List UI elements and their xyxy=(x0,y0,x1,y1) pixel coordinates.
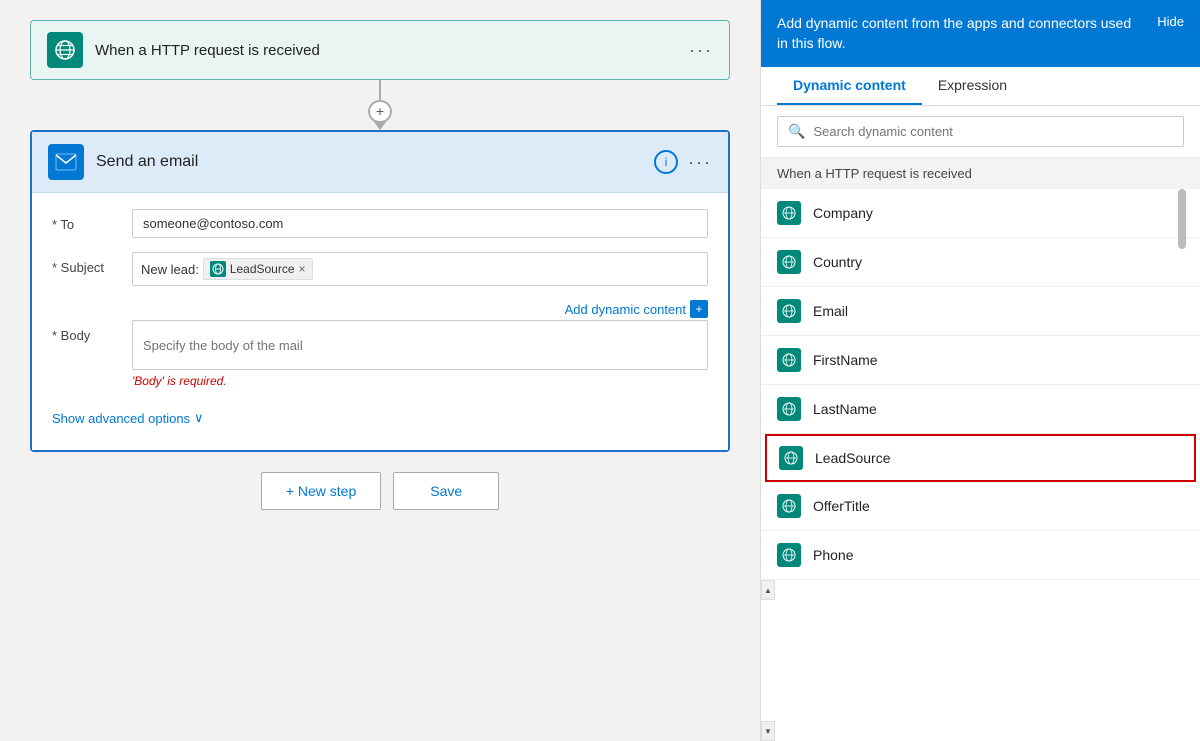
email-card-icon xyxy=(48,144,84,180)
body-row: * Body 'Body' is required. xyxy=(52,320,708,388)
http-card-title: When a HTTP request is received xyxy=(95,42,689,59)
panel-header-text: Add dynamic content from the apps and co… xyxy=(777,14,1145,53)
scroll-down-button[interactable]: ▼ xyxy=(761,721,775,741)
scroll-up-button[interactable]: ▲ xyxy=(761,580,775,600)
subject-text: New lead: xyxy=(141,262,199,277)
dynamic-items-list: Company Country Email FirstName LastName… xyxy=(761,189,1200,580)
dynamic-item-offertitle[interactable]: OfferTitle xyxy=(761,482,1200,531)
dynamic-item-country[interactable]: Country xyxy=(761,238,1200,287)
add-dynamic-icon: + xyxy=(690,300,708,318)
body-error-text: 'Body' is required. xyxy=(132,374,708,388)
dynamic-item-leadsource[interactable]: LeadSource xyxy=(765,434,1196,482)
email-card: Send an email i ··· * To * Subject New l… xyxy=(30,130,730,452)
body-input[interactable] xyxy=(132,320,708,370)
http-request-card: When a HTTP request is received ··· xyxy=(30,20,730,80)
dynamic-item-lastname[interactable]: LastName xyxy=(761,385,1200,434)
lead-source-chip: LeadSource × xyxy=(203,258,313,280)
subject-row: * Subject New lead: LeadSource × xyxy=(52,252,708,286)
dynamic-item-email[interactable]: Email xyxy=(761,287,1200,336)
dynamic-item-icon xyxy=(777,397,801,421)
search-box: 🔍 xyxy=(777,116,1184,147)
add-dynamic-label: Add dynamic content xyxy=(565,302,686,317)
main-canvas: When a HTTP request is received ··· + Se… xyxy=(0,0,760,741)
show-advanced-label: Show advanced options xyxy=(52,411,190,426)
bottom-buttons: + New step Save xyxy=(261,472,499,510)
dynamic-item-firstname[interactable]: FirstName xyxy=(761,336,1200,385)
dynamic-item-company[interactable]: Company xyxy=(761,189,1200,238)
add-dynamic-row: Add dynamic content + xyxy=(52,300,708,318)
subject-label: * Subject xyxy=(52,252,132,275)
search-icon: 🔍 xyxy=(788,123,805,140)
email-card-header: Send an email i ··· xyxy=(32,132,728,193)
info-icon-button[interactable]: i xyxy=(654,150,678,174)
add-dynamic-content-button[interactable]: Add dynamic content + xyxy=(565,300,708,318)
dynamic-item-label: LeadSource xyxy=(815,450,891,466)
connector-arrow xyxy=(374,122,386,130)
dynamic-item-phone[interactable]: Phone xyxy=(761,531,1200,580)
connector-add-button[interactable]: + xyxy=(368,100,392,124)
panel-section-header: When a HTTP request is received xyxy=(761,158,1200,189)
dynamic-content-panel: Add dynamic content from the apps and co… xyxy=(760,0,1200,741)
dynamic-item-label: OfferTitle xyxy=(813,498,870,514)
dynamic-item-icon xyxy=(777,250,801,274)
subject-input-container[interactable]: New lead: LeadSource × xyxy=(132,252,708,286)
dynamic-item-icon xyxy=(779,446,803,470)
dynamic-item-icon xyxy=(777,201,801,225)
dynamic-item-label: LastName xyxy=(813,401,877,417)
dynamic-item-label: FirstName xyxy=(813,352,878,368)
search-input[interactable] xyxy=(813,124,1173,139)
panel-tabs: Dynamic content Expression xyxy=(761,67,1200,106)
body-label: * Body xyxy=(52,320,132,343)
to-label: * To xyxy=(52,209,132,232)
new-step-button[interactable]: + New step xyxy=(261,472,381,510)
email-card-title: Send an email xyxy=(96,153,654,171)
dynamic-item-icon xyxy=(777,494,801,518)
save-button[interactable]: Save xyxy=(393,472,499,510)
panel-header: Add dynamic content from the apps and co… xyxy=(761,0,1200,67)
chip-label: LeadSource xyxy=(230,262,295,276)
http-card-icon xyxy=(47,32,83,68)
panel-scroll-area: Company Country Email FirstName LastName… xyxy=(761,189,1200,741)
chip-icon xyxy=(210,261,226,277)
dynamic-item-icon xyxy=(777,543,801,567)
dynamic-item-label: Country xyxy=(813,254,862,270)
dynamic-item-icon xyxy=(777,299,801,323)
panel-search: 🔍 xyxy=(761,106,1200,158)
to-input[interactable] xyxy=(132,209,708,238)
dynamic-item-label: Company xyxy=(813,205,873,221)
show-advanced-button[interactable]: Show advanced options ∨ xyxy=(52,402,204,434)
chevron-down-icon: ∨ xyxy=(194,410,204,426)
tab-expression[interactable]: Expression xyxy=(922,67,1023,105)
http-card-more-button[interactable]: ··· xyxy=(689,40,713,61)
email-card-more-button[interactable]: ··· xyxy=(688,152,712,173)
chip-remove-button[interactable]: × xyxy=(299,262,306,276)
connector-line xyxy=(379,80,381,100)
panel-hide-button[interactable]: Hide xyxy=(1157,14,1184,29)
dynamic-item-label: Phone xyxy=(813,547,853,563)
dynamic-item-icon xyxy=(777,348,801,372)
scrollbar-thumb[interactable] xyxy=(1178,189,1186,249)
connector: + xyxy=(368,80,392,130)
dynamic-item-label: Email xyxy=(813,303,848,319)
email-card-body: * To * Subject New lead: xyxy=(32,193,728,450)
to-row: * To xyxy=(52,209,708,238)
tab-dynamic-content[interactable]: Dynamic content xyxy=(777,67,922,105)
